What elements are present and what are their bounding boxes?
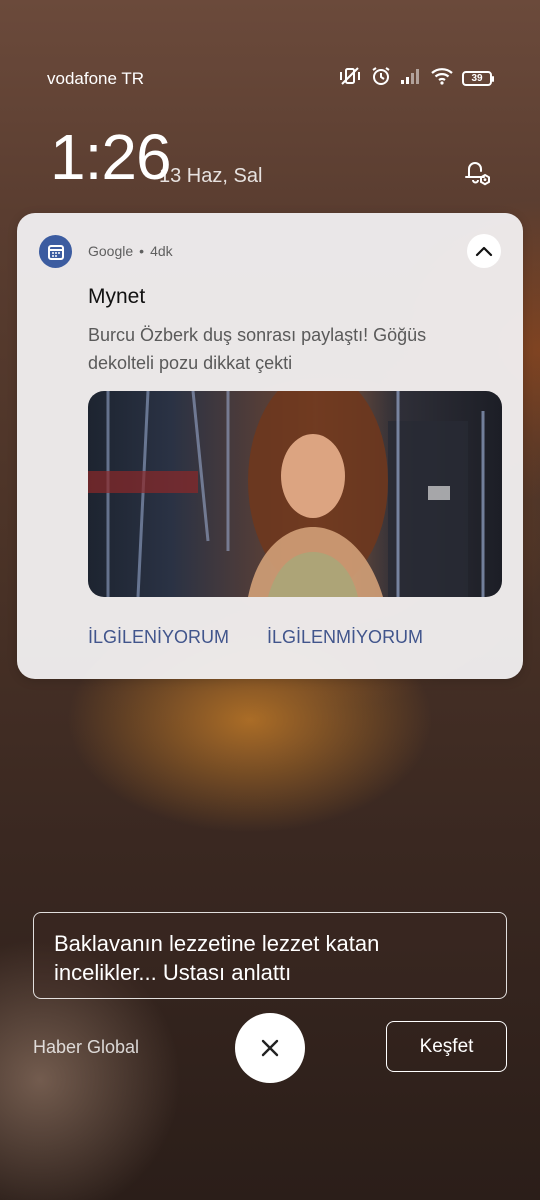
clock: 1:26: [50, 121, 172, 193]
notification-body: Burcu Özberk duş sonrası paylaştı! Göğüs…: [88, 325, 427, 373]
alarm-icon: [370, 66, 392, 91]
story-source: Haber Global: [33, 1037, 140, 1057]
carrier-name: vodafone TR: [47, 69, 145, 88]
explore-button[interactable]: Keşfet: [386, 1021, 507, 1072]
notification-age: 4dk: [150, 243, 173, 259]
not-interested-button[interactable]: İLGİLENMİYORUM: [267, 627, 423, 648]
close-button[interactable]: [235, 1013, 305, 1083]
battery-icon: 39: [462, 71, 494, 86]
notification-settings-icon[interactable]: [458, 153, 494, 189]
meta-separator: •: [139, 243, 145, 259]
notification-card[interactable]: Google • 4dk Mynet Burcu Özberk duş sonr…: [17, 213, 523, 679]
notification-image[interactable]: [88, 391, 502, 597]
app-name: Google: [88, 243, 134, 259]
close-icon: [261, 1039, 279, 1057]
wallpaper-headline[interactable]: Baklavanın lezzetine lezzet katan inceli…: [33, 912, 507, 999]
headline-text: Baklavanın lezzetine lezzet katan inceli…: [54, 931, 380, 985]
vibrate-off-icon: [338, 66, 362, 91]
signal-icon: [400, 68, 422, 89]
wifi-icon: [430, 67, 454, 90]
calendar-app-icon: [39, 235, 72, 268]
date: 13 Haz, Sal: [159, 165, 263, 187]
interested-button[interactable]: İLGİLENİYORUM: [88, 627, 229, 648]
chevron-up-icon: [475, 246, 493, 257]
status-icons: 39: [338, 66, 494, 91]
status-bar: vodafone TR 39 1:26 13 Haz, Sal: [0, 0, 540, 193]
notification-title: Mynet: [88, 285, 146, 308]
collapse-button[interactable]: [467, 234, 501, 268]
notification-actions: İLGİLENİYORUM İLGİLENMİYORUM: [88, 627, 423, 648]
notification-meta: Google • 4dk: [88, 243, 173, 259]
battery-level: 39: [471, 73, 483, 84]
